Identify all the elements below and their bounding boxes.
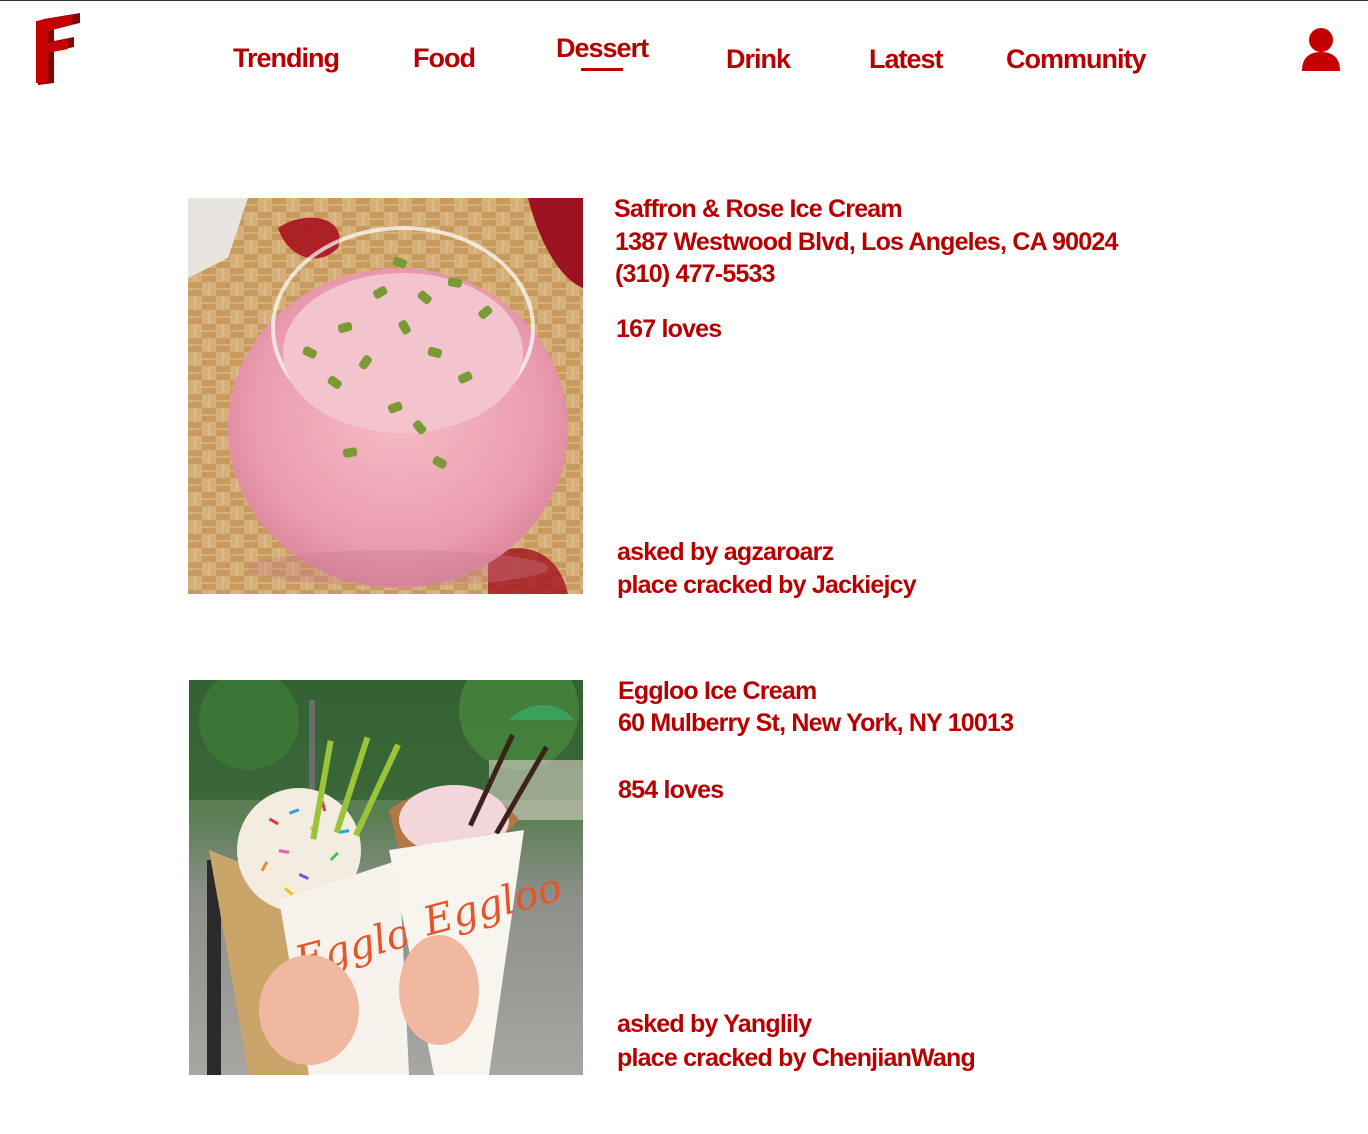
main-nav: Trending Food Dessert Drink Latest Commu…	[0, 1, 1368, 101]
nav-tab-dessert[interactable]: Dessert	[556, 33, 649, 71]
nav-tab-trending[interactable]: Trending	[233, 43, 340, 74]
cracked-by-prefix: place cracked by	[617, 1044, 807, 1072]
user-icon	[1302, 28, 1340, 71]
nav-tab-label: Community	[1006, 44, 1146, 74]
post-name[interactable]: Eggloo Ice Cream	[618, 675, 817, 707]
nav-tab-label: Latest	[869, 44, 944, 74]
asked-by-prefix: asked by	[617, 1010, 718, 1038]
nav-tab-food[interactable]: Food	[413, 43, 476, 74]
post-card: Saffron & Rose Ice Cream 1387 Westwood B…	[188, 195, 1148, 601]
post-loves-count[interactable]: 167 loves	[616, 313, 722, 345]
asked-by-prefix: asked by	[617, 538, 718, 566]
cracked-by-user-link[interactable]: ChenjianWang	[812, 1044, 976, 1072]
nav-tab-label: Trending	[233, 43, 340, 73]
nav-tab-label: Dessert	[556, 33, 649, 63]
post-asked-by: asked by Yanglily	[617, 1008, 812, 1040]
rose-ice-cream-image	[188, 198, 583, 594]
asked-by-user-link[interactable]: agzaroarz	[724, 538, 834, 566]
nav-tab-drink[interactable]: Drink	[726, 44, 791, 75]
nav-tab-latest[interactable]: Latest	[869, 44, 944, 75]
asked-by-user-link[interactable]: Yanglily	[723, 1010, 812, 1038]
post-asked-by: asked by agzaroarz	[617, 536, 834, 568]
post-card: Eggloo Eggloo Eggloo Ice Cream 60 Mulber…	[188, 677, 1148, 1080]
post-address: 1387 Westwood Blvd, Los Angeles, CA 9002…	[615, 228, 1118, 256]
post-phone: (310) 477-5533	[615, 260, 776, 288]
post-cracked-by: place cracked by Jackiejcy	[617, 569, 917, 601]
post-address: 60 Mulberry St, New York, NY 10013	[618, 709, 1014, 737]
nav-tab-label: Drink	[726, 44, 791, 74]
user-profile-button[interactable]	[1300, 27, 1342, 73]
post-name[interactable]: Saffron & Rose Ice Cream	[614, 193, 903, 225]
nav-tab-label: Food	[413, 43, 476, 73]
post-photo-rose-ice-cream[interactable]	[188, 198, 583, 594]
active-tab-underline	[581, 68, 624, 71]
post-loves-count[interactable]: 854 loves	[618, 774, 724, 806]
nav-tab-community[interactable]: Community	[1006, 44, 1146, 75]
eggloo-ice-cream-image: Eggloo Eggloo	[189, 680, 583, 1075]
cracked-by-prefix: place cracked by	[617, 571, 807, 599]
cracked-by-user-link[interactable]: Jackiejcy	[812, 571, 917, 599]
post-cracked-by: place cracked by ChenjianWang	[617, 1042, 976, 1074]
post-photo-eggloo-ice-cream[interactable]: Eggloo Eggloo	[189, 680, 583, 1075]
